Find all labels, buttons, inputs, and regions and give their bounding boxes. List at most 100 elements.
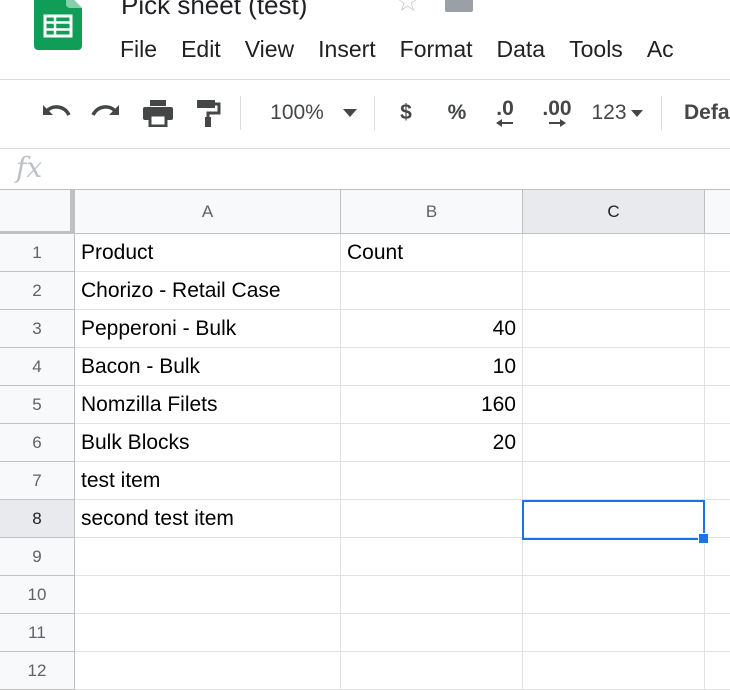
cell-d3[interactable]	[705, 310, 730, 348]
menu-tools[interactable]: Tools	[557, 30, 635, 69]
row-header-1[interactable]: 1	[0, 234, 75, 272]
cell-c12[interactable]	[523, 652, 705, 690]
cell-b7[interactable]	[341, 462, 523, 500]
cell-a3[interactable]: Pepperoni - Bulk	[75, 310, 341, 348]
toolbar-separator	[240, 96, 241, 130]
folder-icon[interactable]	[445, 0, 473, 12]
cell-a1[interactable]: Product	[75, 234, 341, 272]
cell-c7[interactable]	[523, 462, 705, 500]
cell-b2[interactable]	[341, 272, 523, 310]
cell-b10[interactable]	[341, 576, 523, 614]
cell-c2[interactable]	[523, 272, 705, 310]
cell-c5[interactable]	[523, 386, 705, 424]
row-header-3[interactable]: 3	[0, 310, 75, 348]
more-formats-label: 123	[591, 101, 627, 124]
cell-c9[interactable]	[523, 538, 705, 576]
menu-insert[interactable]: Insert	[306, 30, 388, 69]
undo-icon[interactable]	[38, 94, 74, 132]
cell-a9[interactable]	[75, 538, 341, 576]
menu-edit[interactable]: Edit	[169, 30, 233, 69]
cell-c6[interactable]	[523, 424, 705, 462]
row-header-10[interactable]: 10	[0, 576, 75, 614]
cell-a2[interactable]: Chorizo - Retail Case	[75, 272, 341, 310]
increase-decimal-button[interactable]: .00	[536, 94, 578, 132]
cell-b5[interactable]: 160	[341, 386, 523, 424]
currency-label: $	[400, 101, 412, 124]
cell-b1[interactable]: Count	[341, 234, 523, 272]
cell-c3[interactable]	[523, 310, 705, 348]
toolbar-separator	[661, 96, 662, 130]
cell-c11[interactable]	[523, 614, 705, 652]
column-header-c[interactable]: C	[523, 190, 705, 234]
cell-d5[interactable]	[705, 386, 730, 424]
cell-b11[interactable]	[341, 614, 523, 652]
menu-addons[interactable]: Ac	[635, 30, 686, 69]
format-percent-button[interactable]: %	[442, 94, 472, 132]
cell-a10[interactable]	[75, 576, 341, 614]
formula-bar[interactable]: fx	[0, 149, 730, 189]
menu-format[interactable]: Format	[388, 30, 485, 69]
cell-a6[interactable]: Bulk Blocks	[75, 424, 341, 462]
row-header-5[interactable]: 5	[0, 386, 75, 424]
column-header-b[interactable]: B	[341, 190, 523, 234]
redo-icon[interactable]	[88, 94, 124, 132]
menu-bar: File Edit View Insert Format Data Tools …	[108, 30, 686, 69]
select-all-corner[interactable]	[0, 190, 75, 235]
cell-b3[interactable]: 40	[341, 310, 523, 348]
cell-b8[interactable]	[341, 500, 523, 538]
toolbar-separator	[374, 96, 375, 130]
row-header-9[interactable]: 9	[0, 538, 75, 576]
zoom-select[interactable]: 100%	[262, 94, 332, 132]
cell-c10[interactable]	[523, 576, 705, 614]
font-family-select[interactable]: Defa	[684, 94, 730, 132]
menu-data[interactable]: Data	[485, 30, 558, 69]
cell-b12[interactable]	[341, 652, 523, 690]
document-title[interactable]: Pick sheet (test)	[121, 0, 307, 21]
cell-d11[interactable]	[705, 614, 730, 652]
print-icon[interactable]	[140, 94, 176, 132]
fill-handle[interactable]	[698, 533, 709, 544]
column-header-d[interactable]	[705, 190, 730, 234]
menu-view[interactable]: View	[233, 30, 306, 69]
row-header-12[interactable]: 12	[0, 652, 75, 690]
google-sheets-logo-icon[interactable]	[34, 0, 82, 50]
star-outline-icon[interactable]: ☆	[395, 0, 420, 16]
cell-c1[interactable]	[523, 234, 705, 272]
cell-d2[interactable]	[705, 272, 730, 310]
zoom-dropdown-chevron-icon[interactable]	[338, 94, 362, 132]
paint-format-icon[interactable]	[192, 94, 224, 132]
row-header-8[interactable]: 8	[0, 500, 75, 538]
cell-a7[interactable]: test item	[75, 462, 341, 500]
row-header-11[interactable]: 11	[0, 614, 75, 652]
cell-a11[interactable]	[75, 614, 341, 652]
cell-d7[interactable]	[705, 462, 730, 500]
cell-b6[interactable]: 20	[341, 424, 523, 462]
cell-a4[interactable]: Bacon - Bulk	[75, 348, 341, 386]
row-header-7[interactable]: 7	[0, 462, 75, 500]
cell-b9[interactable]	[341, 538, 523, 576]
cell-c4[interactable]	[523, 348, 705, 386]
cell-d10[interactable]	[705, 576, 730, 614]
column-header-a[interactable]: A	[75, 190, 341, 234]
cell-d6[interactable]	[705, 424, 730, 462]
fx-icon: fx	[16, 151, 43, 184]
selected-cell-c8[interactable]	[522, 500, 705, 540]
format-currency-button[interactable]: $	[392, 94, 420, 132]
arrow-left-icon	[496, 119, 513, 127]
row-header-2[interactable]: 2	[0, 272, 75, 310]
row-header-4[interactable]: 4	[0, 348, 75, 386]
cell-d1[interactable]	[705, 234, 730, 272]
more-formats-button[interactable]: 123	[588, 94, 646, 132]
cell-d4[interactable]	[705, 348, 730, 386]
cell-a5[interactable]: Nomzilla Filets	[75, 386, 341, 424]
cell-a12[interactable]	[75, 652, 341, 690]
cell-a8[interactable]: second test item	[75, 500, 341, 538]
row-header-6[interactable]: 6	[0, 424, 75, 462]
arrow-right-icon	[549, 119, 566, 127]
menu-file[interactable]: File	[108, 30, 169, 69]
decrease-decimal-button[interactable]: .0	[488, 94, 522, 132]
font-family-value: Defa	[684, 101, 730, 124]
decrease-decimal-label: .0	[496, 97, 514, 120]
cell-d12[interactable]	[705, 652, 730, 690]
cell-b4[interactable]: 10	[341, 348, 523, 386]
